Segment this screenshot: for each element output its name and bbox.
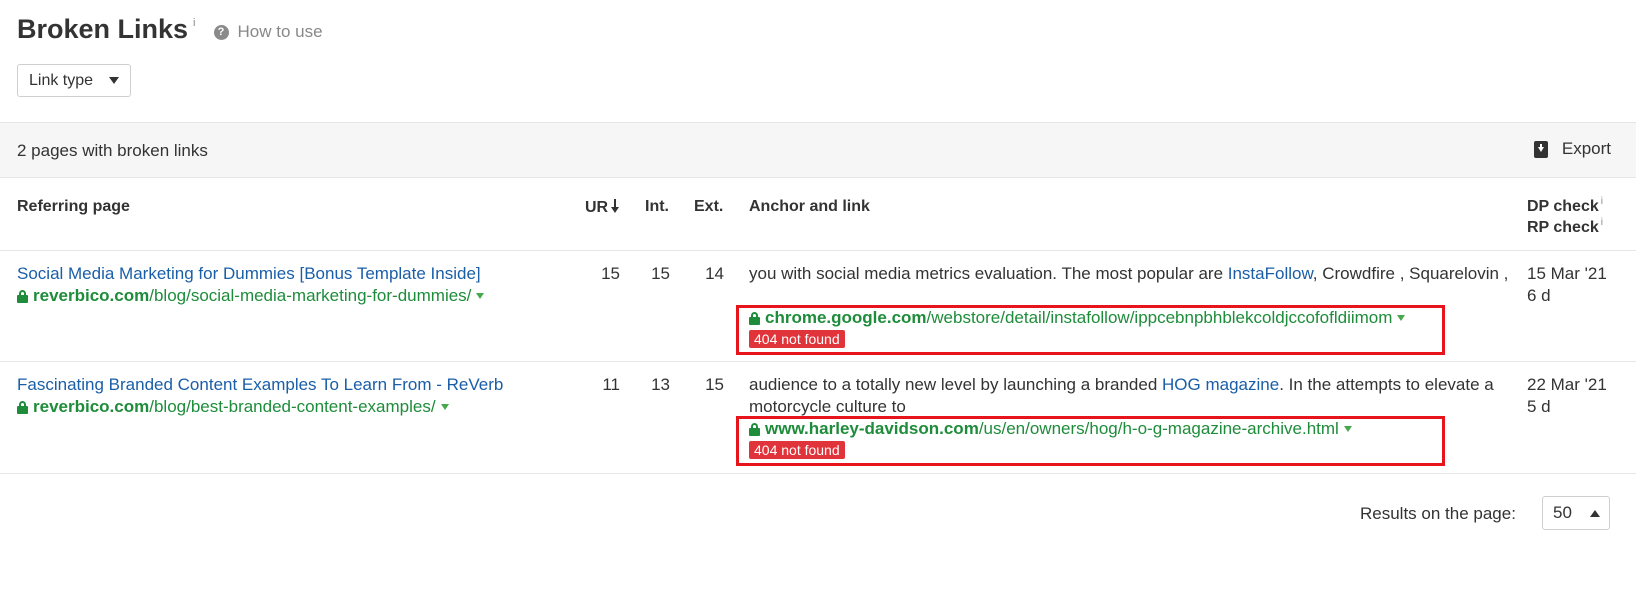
referring-path: /blog/social-media-marketing-for-dummies… [149,286,472,305]
anchor-text: you with social media metrics evaluation… [749,263,1509,285]
how-to-use-link[interactable]: ? How to use [213,22,323,42]
column-header-ur-label: UR [585,199,609,216]
anchor-link[interactable]: HOG magazine [1162,375,1279,394]
check-dates: 15 Mar '21 6 d [1527,263,1607,307]
referring-page-url[interactable]: reverbico.com/blog/best-branded-content-… [17,397,449,417]
rp-check-age: 5 d [1527,397,1551,416]
referring-domain: reverbico.com [33,397,150,416]
anchor-link[interactable]: InstaFollow [1228,264,1313,283]
dp-check-info-icon[interactable]: i [1601,196,1603,207]
int-value: 13 [651,375,670,394]
chevron-down-icon[interactable] [476,293,485,299]
int-value: 15 [651,264,670,283]
dp-check-date: 15 Mar '21 [1527,264,1607,283]
title-info-icon[interactable]: i [193,17,195,29]
column-header-dp-check: DP check i [1527,196,1603,216]
ext-value: 15 [705,375,724,394]
download-icon [1533,140,1548,158]
results-count: 2 pages with broken links [17,141,208,160]
column-header-anchor-and-link: Anchor and link [749,198,870,215]
results-per-page-select[interactable]: 50 [1542,496,1610,530]
column-header-ext[interactable]: Ext. [694,198,723,216]
referring-page-title-link[interactable]: Fascinating Branded Content Examples To … [17,375,503,395]
sort-down-icon [611,199,620,213]
ext-value: 14 [705,264,724,283]
column-header-int[interactable]: Int. [645,198,669,216]
how-to-use-label: How to use [237,22,323,41]
column-header-rp-check: RP check i [1527,217,1603,237]
rp-check-label: RP check [1527,219,1599,236]
ur-value: 11 [602,375,620,394]
referring-page-title-link[interactable]: Social Media Marketing for Dummies [Bonu… [17,264,481,284]
help-icon: ? [213,24,229,40]
dp-check-date: 22 Mar '21 [1527,375,1607,394]
rp-check-age: 6 d [1527,286,1551,305]
anchor-before: you with social media metrics evaluation… [749,264,1228,283]
highlight-box [736,416,1445,466]
lock-icon [17,400,28,414]
referring-page-url[interactable]: reverbico.com/blog/social-media-marketin… [17,286,485,306]
chevron-down-icon [109,77,120,84]
highlight-box [736,305,1445,355]
page-title: Broken Links [17,14,189,44]
anchor-before: audience to a totally new level by launc… [749,375,1163,394]
header-divider [0,250,1636,251]
link-type-dropdown[interactable]: Link type [17,64,131,97]
summary-bar: 2 pages with broken links Export [0,122,1636,178]
referring-domain: reverbico.com [33,286,150,305]
check-dates: 22 Mar '21 5 d [1527,374,1607,418]
chevron-up-icon [1589,509,1600,517]
results-per-page-value: 50 [1553,503,1572,522]
export-label: Export [1561,139,1611,158]
column-header-referring-page: Referring page [17,198,130,215]
lock-icon [17,289,28,303]
row-divider [0,361,1636,362]
results-per-page-label: Results on the page: [1360,504,1516,523]
row-divider [0,473,1636,474]
page-header: Broken Links i ? How to use [17,14,323,48]
rp-check-info-icon[interactable]: i [1601,217,1603,228]
ur-value: 15 [601,264,620,283]
chevron-down-icon[interactable] [440,404,449,410]
anchor-after: , Crowdfire , Squarelovin , [1312,264,1509,283]
referring-path: /blog/best-branded-content-examples/ [149,397,436,416]
dp-check-label: DP check [1527,198,1599,215]
link-type-label: Link type [29,71,94,89]
column-header-ur[interactable]: UR [585,198,620,217]
export-button[interactable]: Export [1533,139,1611,159]
anchor-text: audience to a totally new level by launc… [749,374,1509,418]
